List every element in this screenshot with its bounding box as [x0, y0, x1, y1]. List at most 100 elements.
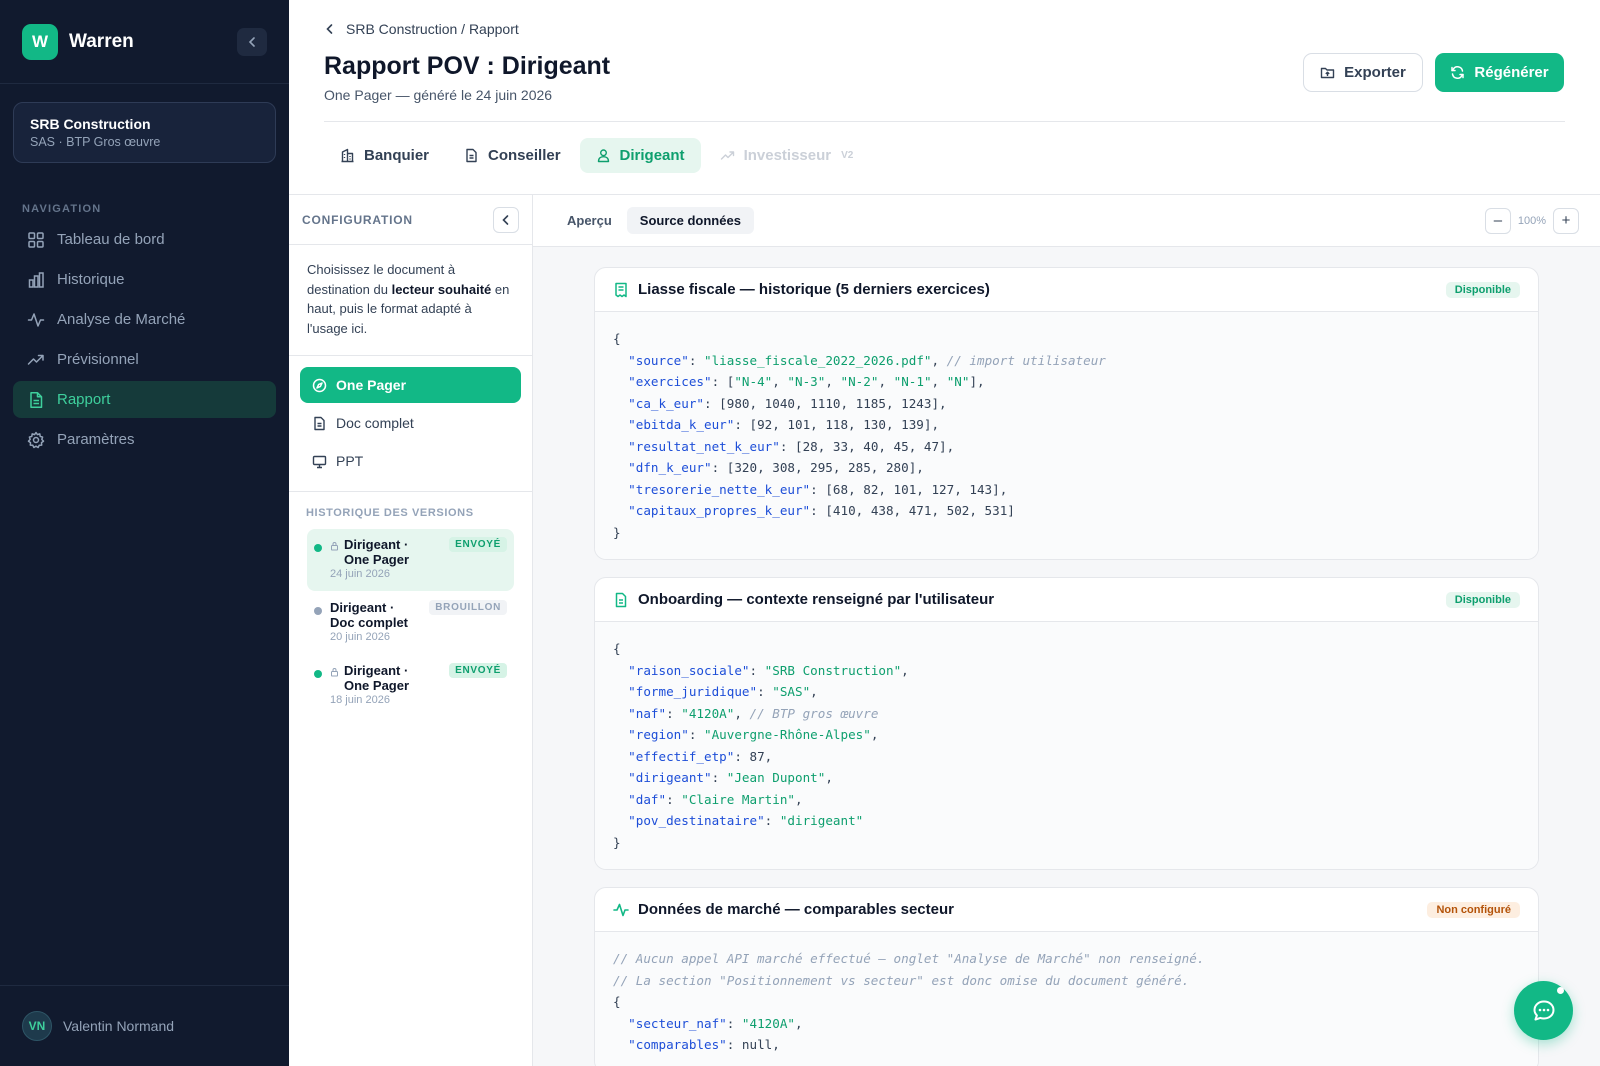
activity-icon [27, 312, 45, 327]
activity-icon [613, 903, 629, 916]
sidebar-item-rapport[interactable]: Rapport [13, 381, 276, 418]
company-switcher[interactable]: SRB Construction SAS · BTP Gros œuvre [13, 102, 276, 163]
header-divider [324, 121, 1565, 122]
format-label: One Pager [336, 377, 407, 393]
grid-icon [28, 231, 44, 248]
nav-section-title: NAVIGATION [22, 203, 102, 215]
version-badge: V2 [841, 150, 854, 161]
code-block: // Aucun appel API marché effectué — ong… [595, 932, 1538, 1066]
chevron-left-icon [248, 36, 255, 47]
format-label: PPT [336, 453, 364, 469]
version-item[interactable]: Dirigeant · One Pager 18 juin 2026 ENVOY… [307, 655, 514, 717]
data-source-card: Liasse fiscale — historique (5 derniers … [594, 267, 1539, 560]
sidebar-item-parametres[interactable]: Paramètres [13, 421, 276, 458]
version-date: 18 juin 2026 [330, 694, 390, 706]
page-subtitle: One Pager — généré le 24 juin 2026 [324, 87, 553, 103]
status-dot [314, 607, 322, 615]
format-one-pager[interactable]: One Pager [300, 367, 521, 403]
trending-up-icon [27, 354, 44, 365]
version-name: Dirigeant · Doc complet [330, 600, 409, 630]
zoom-in-button[interactable]: + [1553, 207, 1579, 234]
user-menu[interactable]: VN Valentin Normand [0, 985, 289, 1066]
version-name: Dirigeant · One Pager [344, 537, 410, 567]
code-block: { "source": "liasse_fiscale_2022_2026.pd… [595, 312, 1538, 559]
receipt-icon [615, 282, 627, 297]
format-doc-complet[interactable]: Doc complet [300, 405, 521, 441]
config-header: CONFIGURATION [289, 195, 532, 245]
sidebar-item-previsionnel[interactable]: Prévisionnel [13, 341, 276, 378]
versions-title: HISTORIQUE DES VERSIONS [306, 507, 474, 519]
source-data-list[interactable]: Liasse fiscale — historique (5 derniers … [533, 247, 1600, 1066]
brand: W Warren [0, 0, 289, 84]
sidebar-item-label: Prévisionnel [57, 351, 139, 368]
tab-label: Conseiller [488, 147, 561, 164]
sidebar-collapse-button[interactable] [237, 27, 267, 56]
version-date: 20 juin 2026 [330, 631, 390, 643]
page-title: Rapport POV : Dirigeant [324, 52, 611, 80]
chat-icon [1533, 1000, 1554, 1020]
tab-label: Investisseur [743, 147, 832, 164]
sidebar-item-tableau-de-bord[interactable]: Tableau de bord [13, 221, 276, 258]
tab-investisseur: Investisseur V2 [704, 138, 870, 173]
status-dot [314, 544, 322, 552]
lock-icon [331, 542, 338, 551]
brand-name: Warren [69, 30, 134, 52]
export-button[interactable]: Exporter [1303, 53, 1423, 92]
trending-up-icon [720, 151, 734, 160]
regenerate-button[interactable]: Régénérer [1435, 53, 1564, 92]
tab-dirigeant[interactable]: Dirigeant [579, 138, 701, 173]
refresh-icon [1451, 66, 1465, 79]
config-title: CONFIGURATION [302, 212, 413, 227]
tab-label: Dirigeant [619, 147, 685, 164]
version-date: 24 juin 2026 [330, 568, 390, 580]
sidebar-item-label: Paramètres [57, 431, 135, 448]
tab-label: Banquier [364, 147, 430, 164]
format-label: Doc complet [336, 415, 414, 431]
config-collapse-button[interactable] [493, 206, 519, 233]
chat-button[interactable] [1514, 981, 1573, 1040]
monitor-icon [312, 455, 327, 468]
tab-banquier[interactable]: Banquier [324, 138, 445, 173]
sidebar-item-label: Tableau de bord [57, 231, 165, 248]
sidebar-item-historique[interactable]: Historique [13, 261, 276, 298]
avatar: VN [22, 1011, 52, 1041]
card-title: Onboarding — contexte renseigné par l'ut… [638, 591, 995, 608]
document-icon [314, 416, 325, 430]
export-label: Exporter [1344, 64, 1406, 81]
page-header: SRB Construction / Rapport Rapport POV :… [289, 0, 1600, 195]
user-name: Valentin Normand [63, 1018, 175, 1034]
chevron-left-icon [502, 214, 509, 225]
status-badge: Disponible [1445, 281, 1520, 298]
regenerate-label: Régénérer [1474, 64, 1549, 81]
report-viewer: Aperçu Source données – 100% + Liasse fi… [533, 195, 1600, 1066]
tab-conseiller[interactable]: Conseiller [448, 138, 577, 173]
status-dot [314, 670, 322, 678]
sidebar: W Warren SRB Construction SAS · BTP Gros… [0, 0, 289, 1066]
status-badge: ENVOYÉ [449, 537, 507, 552]
status-badge: Disponible [1445, 591, 1520, 608]
format-ppt[interactable]: PPT [300, 443, 521, 479]
tab-apercu[interactable]: Aperçu [554, 207, 625, 234]
version-item[interactable]: Dirigeant · One Pager 24 juin 2026 ENVOY… [307, 529, 514, 591]
zoom-out-button[interactable]: – [1484, 207, 1511, 234]
config-description: Choisissez le document à destination du … [289, 245, 532, 356]
brand-logo: W [22, 23, 58, 60]
version-name: Dirigeant · One Pager [344, 663, 410, 693]
tab-source-donnees[interactable]: Source données [626, 207, 754, 234]
lock-icon [331, 668, 338, 677]
zoom-control: – 100% + [1484, 207, 1579, 234]
breadcrumb-text: SRB Construction / Rapport [346, 21, 519, 37]
company-subtitle: SAS · BTP Gros œuvre [30, 135, 161, 149]
folder-export-icon [1320, 67, 1335, 79]
sidebar-item-label: Historique [57, 271, 125, 288]
sidebar-item-label: Rapport [57, 391, 111, 408]
pov-tabs: Banquier Conseiller Dirigeant Investisse… [324, 138, 872, 173]
document-icon [615, 592, 627, 607]
breadcrumb[interactable]: SRB Construction / Rapport [324, 21, 519, 37]
bar-chart-icon [28, 271, 44, 288]
sidebar-item-analyse-de-marche[interactable]: Analyse de Marché [13, 301, 276, 338]
document-icon [466, 148, 477, 163]
version-item[interactable]: Dirigeant · Doc complet 20 juin 2026 BRO… [307, 592, 514, 654]
code-block: { "raison_sociale": "SRB Construction", … [595, 622, 1538, 869]
chevron-left-icon [326, 24, 333, 34]
